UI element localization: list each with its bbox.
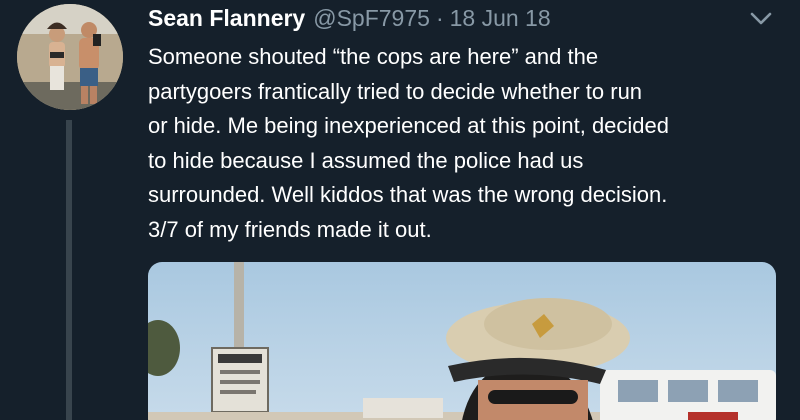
chevron-down-icon[interactable] [749,10,773,28]
avatar[interactable] [17,4,123,110]
header-separator: · [435,4,444,31]
tweet-header: Sean Flannery @SpF7975 · 18 Jun 18 [148,2,551,34]
tweet-media-image[interactable] [148,262,776,420]
media-photo [148,262,776,420]
thread-line [66,120,72,420]
avatar-photo [17,4,123,110]
tweet: Sean Flannery @SpF7975 · 18 Jun 18 Someo… [0,0,800,420]
tweet-text: Someone shouted “the cops are here” and … [148,44,670,242]
display-name[interactable]: Sean Flannery [148,5,305,32]
user-handle[interactable]: @SpF7975 [313,5,430,32]
tweet-date[interactable]: 18 Jun 18 [450,5,551,32]
